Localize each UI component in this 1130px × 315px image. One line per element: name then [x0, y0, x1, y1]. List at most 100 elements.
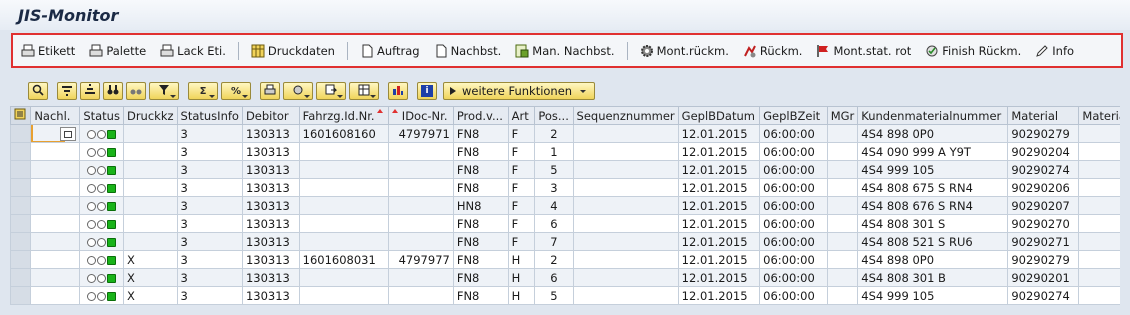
table-cell[interactable]: 130313: [241, 124, 300, 143]
table-cell[interactable]: 130313: [241, 268, 300, 287]
table-cell[interactable]: FN8: [452, 160, 509, 179]
col-header-idoc[interactable]: IDoc-Nr.: [387, 106, 454, 125]
table-cell[interactable]: H: [507, 250, 536, 269]
table-cell[interactable]: 3: [176, 178, 243, 197]
table-cell[interactable]: [122, 232, 178, 251]
table-cell[interactable]: 5: [534, 286, 574, 305]
etikett-button[interactable]: Etikett: [17, 40, 79, 62]
col-header-geplbzeit[interactable]: GeplBZeit: [759, 106, 828, 125]
table-cell[interactable]: [30, 232, 81, 251]
export-button[interactable]: [316, 82, 346, 100]
table-cell[interactable]: 12.01.2015: [677, 160, 761, 179]
mont-stat-rot-button[interactable]: Mont.stat. rot: [812, 40, 915, 62]
table-cell[interactable]: 3: [176, 268, 243, 287]
table-cell[interactable]: 12.01.2015: [677, 232, 761, 251]
find-next-button[interactable]: [126, 82, 146, 100]
table-cell[interactable]: F: [507, 142, 536, 161]
table-cell[interactable]: 4S4 999 105: [857, 286, 1009, 305]
table-cell[interactable]: [122, 178, 178, 197]
table-row[interactable]: X 3 130313 FN8 H 6 12.01.2015 06:00:00 4S4 808 3…: [9, 268, 1130, 287]
table-cell[interactable]: [79, 268, 124, 287]
table-cell[interactable]: 90290204: [1007, 142, 1080, 161]
table-cell[interactable]: X: [122, 268, 178, 287]
table-cell[interactable]: [298, 160, 389, 179]
table-cell[interactable]: 90290279: [1007, 250, 1080, 269]
sum-button[interactable]: Σ: [188, 82, 218, 100]
table-row[interactable]: 3 130313 1601608160 4797971 FN8 F 2 12.01.2015 0…: [9, 124, 1130, 143]
table-cell[interactable]: [122, 160, 178, 179]
table-cell[interactable]: 90290270: [1007, 214, 1080, 233]
table-cell[interactable]: [572, 178, 679, 197]
table-cell[interactable]: 90290206: [1007, 178, 1080, 197]
table-cell[interactable]: [826, 286, 859, 305]
row-selector[interactable]: [9, 286, 32, 305]
table-cell[interactable]: 12.01.2015: [677, 124, 761, 143]
table-cell[interactable]: 06:00:00: [759, 268, 828, 287]
table-row[interactable]: 3 130313 FN8 F 1 12.01.2015 06:00:00 4S4 090 99…: [9, 142, 1130, 161]
table-cell[interactable]: FN8: [452, 124, 509, 143]
table-cell[interactable]: [572, 214, 679, 233]
table-cell[interactable]: F: [507, 196, 536, 215]
table-cell[interactable]: [826, 232, 859, 251]
table-row[interactable]: X 3 130313 FN8 H 5 12.01.2015 06:00:00 4S4 999 1…: [9, 286, 1130, 305]
table-cell[interactable]: 12.01.2015: [677, 142, 761, 161]
vertical-scrollbar[interactable]: [1120, 106, 1130, 315]
table-cell[interactable]: [30, 268, 81, 287]
table-cell[interactable]: [826, 124, 859, 143]
col-header-debitor[interactable]: Debitor: [241, 106, 300, 125]
table-cell[interactable]: 06:00:00: [759, 142, 828, 161]
table-cell[interactable]: 5: [534, 160, 574, 179]
table-cell[interactable]: 06:00:00: [759, 286, 828, 305]
table-cell[interactable]: [387, 142, 454, 161]
table-cell[interactable]: 3: [176, 142, 243, 161]
row-selector[interactable]: [9, 268, 32, 287]
table-cell[interactable]: 6: [534, 268, 574, 287]
sort-descending-button[interactable]: [80, 82, 100, 100]
palette-button[interactable]: Palette: [85, 40, 150, 62]
table-cell[interactable]: 4: [534, 196, 574, 215]
table-cell[interactable]: [387, 178, 454, 197]
table-cell[interactable]: 130313: [241, 250, 300, 269]
table-cell[interactable]: 6: [534, 214, 574, 233]
table-cell[interactable]: [387, 286, 454, 305]
table-cell[interactable]: [572, 268, 679, 287]
table-cell[interactable]: 3: [176, 232, 243, 251]
col-header-status[interactable]: Status: [79, 106, 124, 125]
table-cell[interactable]: [122, 214, 178, 233]
table-cell[interactable]: 4S4 898 0P0: [857, 124, 1009, 143]
table-cell[interactable]: 4S4 808 521 S RU6: [857, 232, 1009, 251]
table-row[interactable]: 3 130313 FN8 F 3 12.01.2015 06:00:00 4S4 808 67…: [9, 178, 1130, 197]
table-cell[interactable]: 3: [176, 250, 243, 269]
table-cell[interactable]: FN8: [452, 268, 509, 287]
table-cell[interactable]: 3: [176, 214, 243, 233]
table-cell[interactable]: 90290279: [1007, 124, 1080, 143]
col-header-kundenmaterialnummer[interactable]: Kundenmaterialnummer: [857, 106, 1009, 125]
table-cell[interactable]: [79, 178, 124, 197]
col-header-nachl[interactable]: Nachl.: [30, 106, 81, 125]
table-cell[interactable]: 130313: [241, 160, 300, 179]
table-cell[interactable]: [122, 124, 178, 143]
table-cell[interactable]: 4S4 808 675 S RN4: [857, 178, 1009, 197]
table-cell[interactable]: 12.01.2015: [677, 250, 761, 269]
find-button[interactable]: [103, 82, 123, 100]
table-cell[interactable]: 06:00:00: [759, 160, 828, 179]
table-cell[interactable]: [826, 196, 859, 215]
table-cell[interactable]: 12.01.2015: [677, 286, 761, 305]
table-cell[interactable]: [387, 160, 454, 179]
table-cell[interactable]: FN8: [452, 178, 509, 197]
table-cell[interactable]: 2: [534, 250, 574, 269]
table-cell[interactable]: HN8: [452, 196, 509, 215]
col-header-art[interactable]: Art: [507, 106, 536, 125]
table-row[interactable]: 3 130313 FN8 F 7 12.01.2015 06:00:00 4S4 808 52…: [9, 232, 1130, 251]
table-cell[interactable]: [572, 250, 679, 269]
table-cell[interactable]: 4S4 808 301 B: [857, 268, 1009, 287]
table-cell[interactable]: 3: [176, 124, 243, 143]
finish-rueckm-button[interactable]: Finish Rückm.: [921, 40, 1025, 62]
table-cell[interactable]: [30, 142, 81, 161]
table-cell[interactable]: [79, 124, 124, 143]
table-cell[interactable]: 130313: [241, 196, 300, 215]
table-cell[interactable]: [826, 268, 859, 287]
table-cell[interactable]: 4797971: [387, 124, 454, 143]
col-header-mgr[interactable]: MGr: [826, 106, 859, 125]
table-cell[interactable]: 1601608031: [298, 250, 389, 269]
